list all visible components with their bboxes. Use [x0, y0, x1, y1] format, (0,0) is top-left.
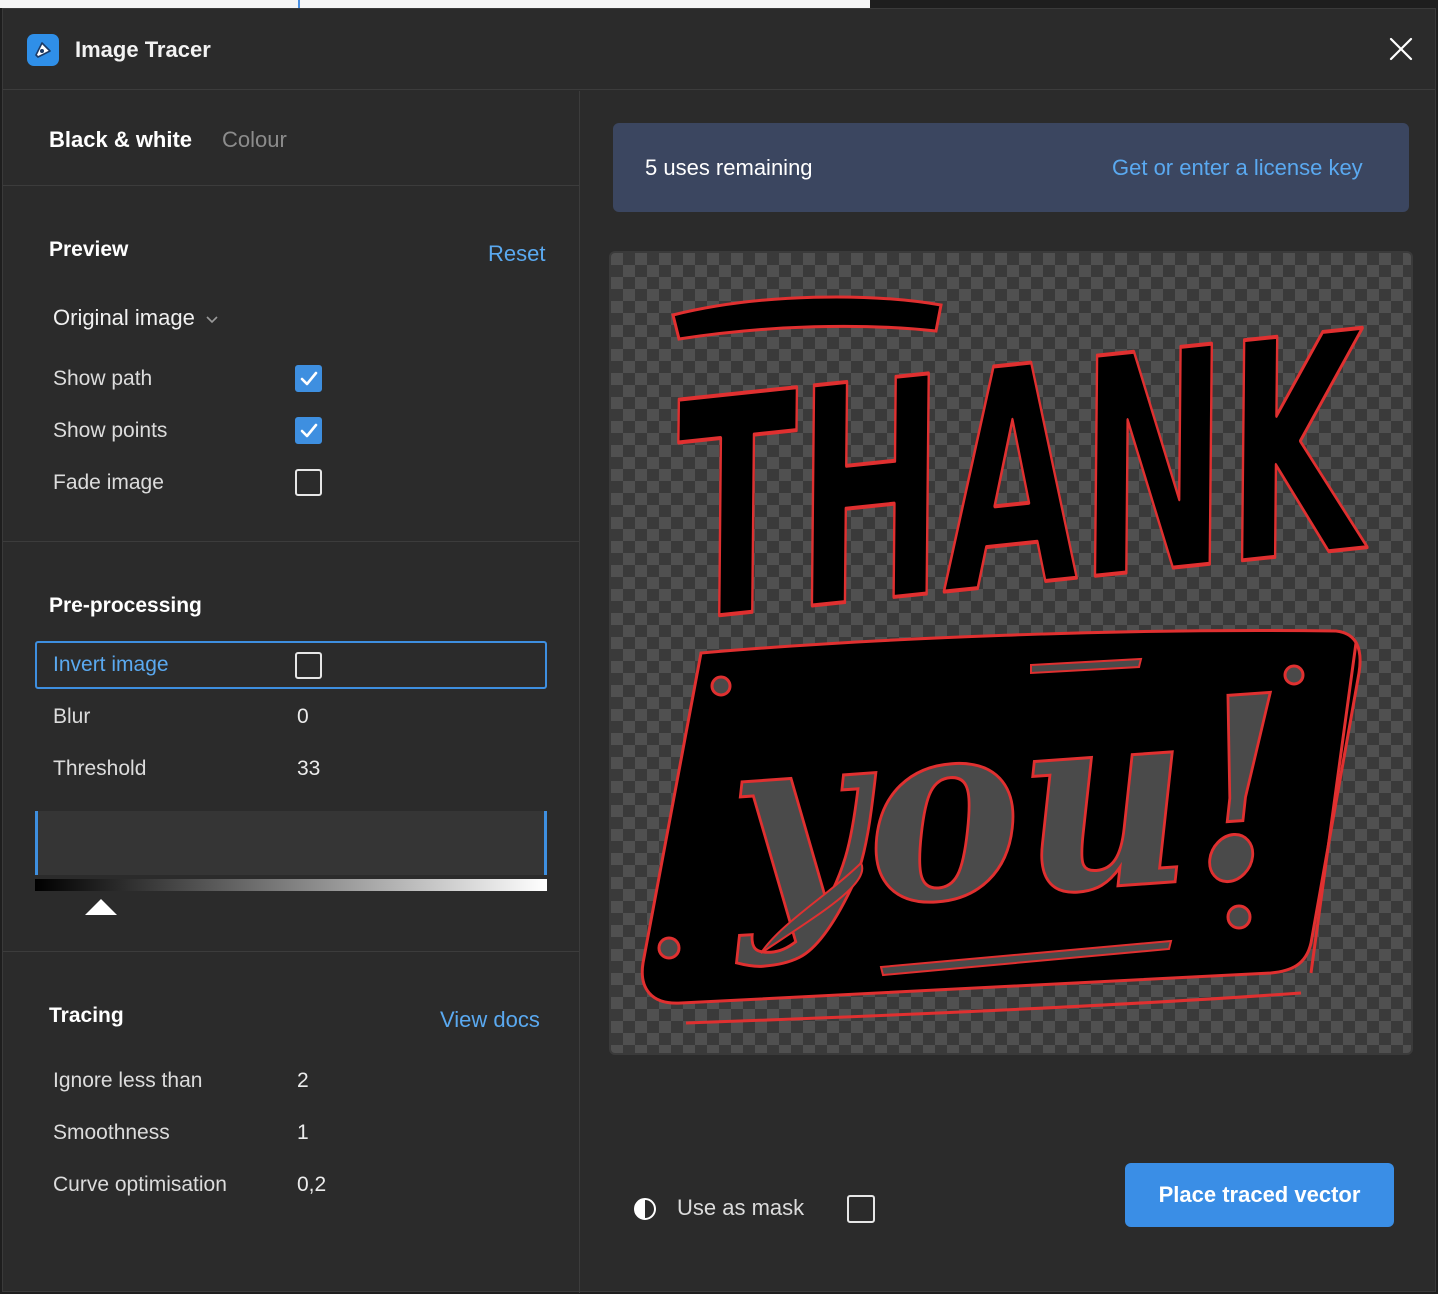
- blur-label: Blur: [53, 705, 91, 728]
- preview-panel: 5 uses remaining Get or enter a license …: [581, 91, 1437, 1293]
- tracing-section-title: Tracing: [49, 1004, 124, 1027]
- threshold-histogram: [35, 811, 547, 875]
- background-guide-line: [298, 0, 300, 8]
- checkmark-icon: [300, 371, 318, 386]
- fade-image-checkbox[interactable]: [295, 469, 322, 496]
- traced-lettering-art: THANK you!: [640, 267, 1396, 1025]
- threshold-slider-handle[interactable]: [85, 899, 117, 915]
- invert-image-row[interactable]: Invert image: [35, 641, 547, 689]
- background-app-area: [870, 0, 1438, 8]
- show-points-checkbox[interactable]: [295, 417, 322, 444]
- use-as-mask-label: Use as mask: [677, 1195, 805, 1220]
- uses-remaining-text: 5 uses remaining: [645, 155, 813, 180]
- show-path-label: Show path: [53, 367, 153, 390]
- mode-tabs: Black & white Colour: [3, 91, 579, 186]
- checkmark-icon: [300, 423, 318, 438]
- license-key-link[interactable]: Get or enter a license key: [1112, 155, 1363, 181]
- smoothness-label: Smoothness: [53, 1121, 170, 1144]
- smoothness-value[interactable]: 1: [297, 1121, 309, 1145]
- use-as-mask-checkbox[interactable]: [847, 1195, 875, 1223]
- threshold-gradient-bar: [35, 879, 547, 891]
- show-points-label: Show points: [53, 419, 168, 442]
- tab-black-white[interactable]: Black & white: [49, 127, 192, 153]
- tab-colour[interactable]: Colour: [222, 127, 287, 153]
- threshold-value[interactable]: 33: [297, 757, 320, 781]
- section-divider: [3, 951, 580, 952]
- threshold-label: Threshold: [53, 757, 147, 780]
- traced-image-preview: THANK you!: [609, 251, 1413, 1055]
- blur-value[interactable]: 0: [297, 705, 309, 729]
- section-divider: [3, 541, 580, 542]
- settings-panel: Black & white Colour Preview Reset Origi…: [3, 91, 580, 1293]
- preview-section-title: Preview: [49, 238, 129, 261]
- close-icon[interactable]: [1383, 31, 1419, 67]
- reset-link[interactable]: Reset: [488, 241, 545, 267]
- image-tracer-icon: [27, 34, 59, 66]
- chevron-down-icon: [206, 316, 218, 324]
- curve-optimisation-label: Curve optimisation: [53, 1173, 227, 1196]
- title-bar: Image Tracer: [3, 9, 1435, 90]
- curve-optimisation-value[interactable]: 0,2: [297, 1173, 326, 1197]
- invert-image-checkbox[interactable]: [295, 652, 322, 679]
- preview-mode-value: Original image: [53, 305, 195, 330]
- ignore-less-than-label: Ignore less than: [53, 1069, 203, 1092]
- view-docs-link[interactable]: View docs: [440, 1007, 540, 1033]
- contrast-icon: [633, 1197, 657, 1221]
- dialog-title: Image Tracer: [75, 37, 211, 62]
- thank-lettering: THANK: [659, 269, 1394, 689]
- place-traced-vector-button[interactable]: Place traced vector: [1125, 1163, 1394, 1227]
- preprocessing-section-title: Pre-processing: [49, 594, 202, 617]
- ignore-less-than-value[interactable]: 2: [297, 1069, 309, 1093]
- image-tracer-dialog: Image Tracer Black & white Colour Previe…: [2, 8, 1437, 1293]
- fade-image-label: Fade image: [53, 471, 164, 494]
- show-path-checkbox[interactable]: [295, 365, 322, 392]
- invert-image-label: Invert image: [53, 653, 169, 676]
- license-banner: 5 uses remaining Get or enter a license …: [613, 123, 1409, 212]
- preview-mode-dropdown[interactable]: Original image: [53, 305, 219, 331]
